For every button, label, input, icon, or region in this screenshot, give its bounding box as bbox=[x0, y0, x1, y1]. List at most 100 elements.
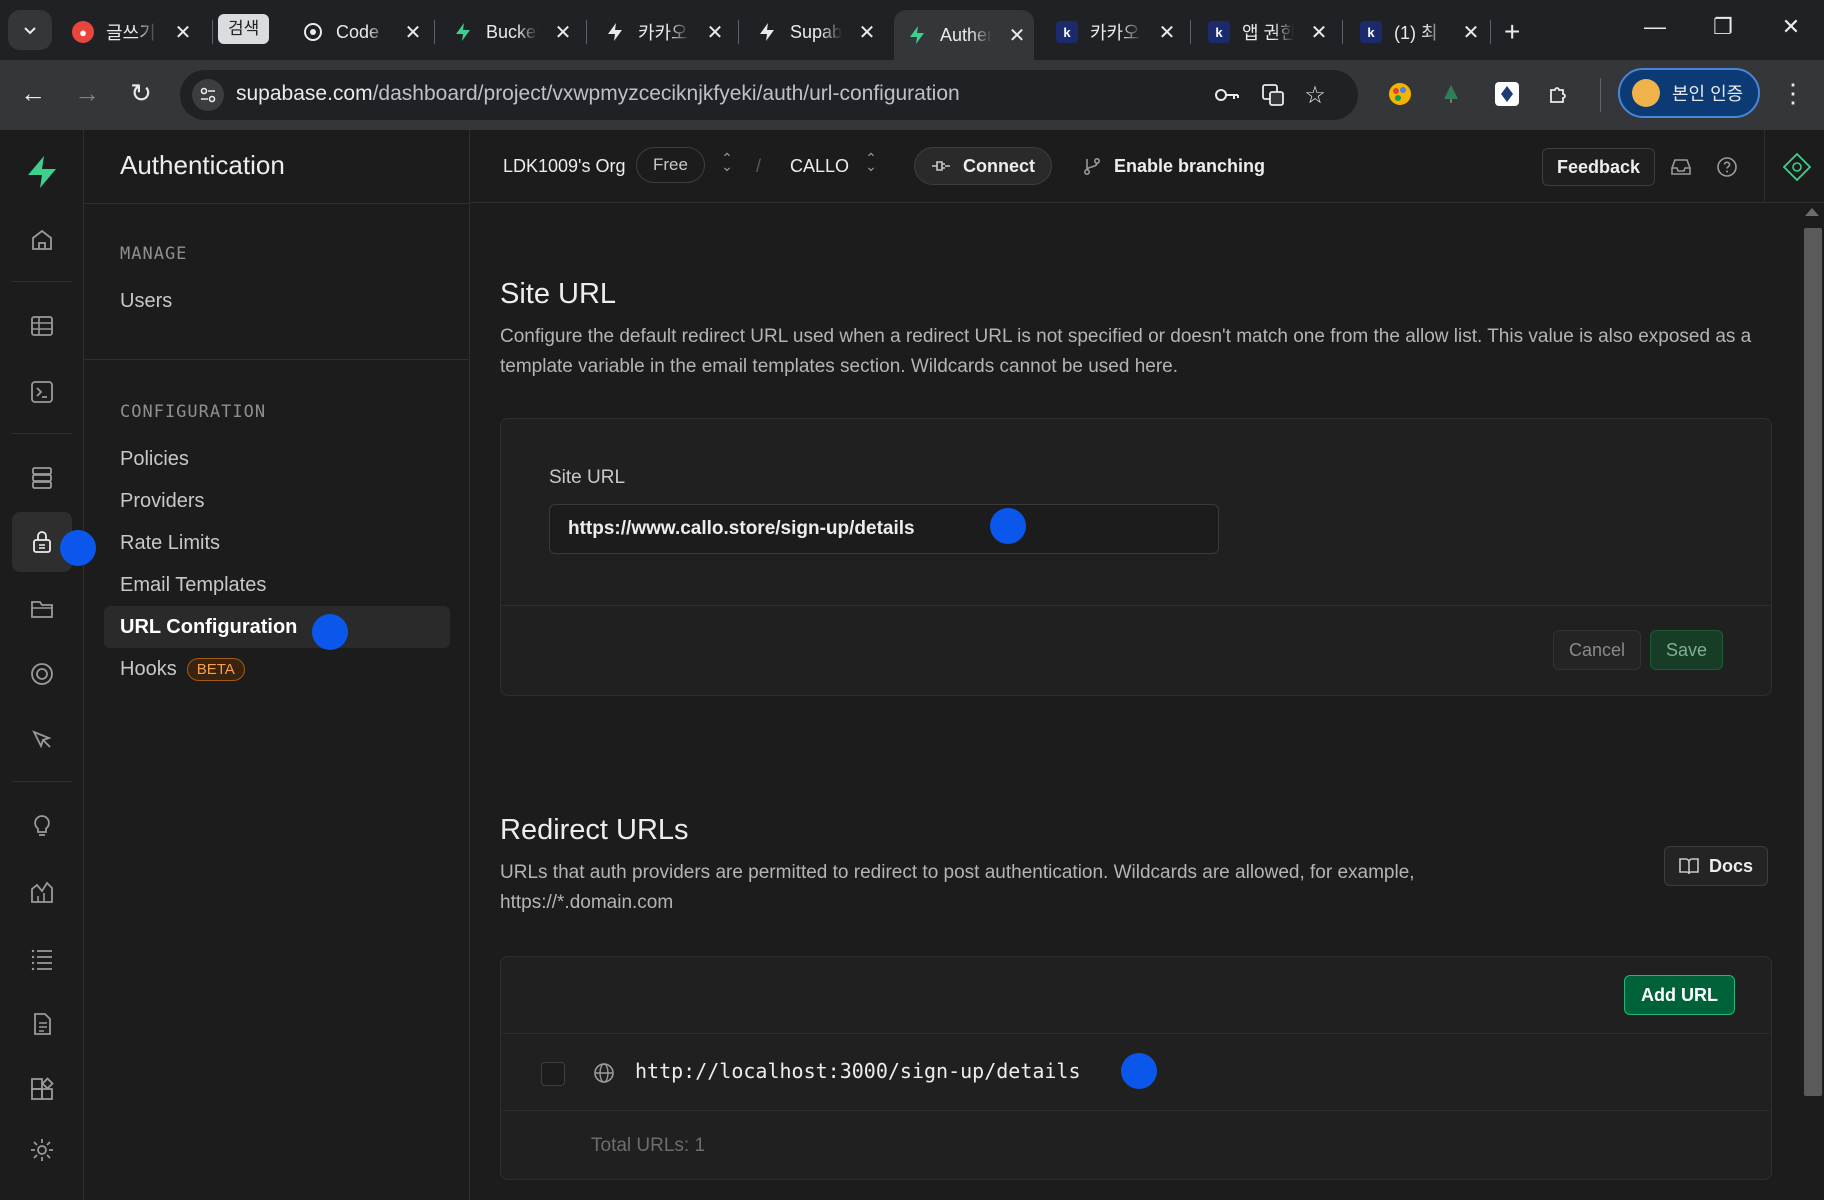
identity-verification-button[interactable]: 본인 인증 bbox=[1618, 68, 1760, 118]
close-tab-icon[interactable]: ✕ bbox=[404, 20, 422, 45]
sidebar-title: Authentication bbox=[120, 150, 285, 180]
storage-icon[interactable] bbox=[12, 578, 72, 638]
realtime-icon[interactable] bbox=[12, 644, 72, 704]
site-url-input[interactable]: https://www.callo.store/sign-up/details bbox=[549, 504, 1219, 554]
feedback-button[interactable]: Feedback bbox=[1542, 148, 1656, 186]
close-window-icon[interactable]: ✕ bbox=[1776, 14, 1806, 40]
close-tab-icon[interactable]: ✕ bbox=[706, 20, 724, 45]
browser-toolbar: ← → ↻ supabase.com/dashboard/project/vxw… bbox=[0, 60, 1824, 130]
table-editor-icon[interactable] bbox=[12, 296, 72, 356]
page-scrollbar[interactable] bbox=[1802, 204, 1824, 1200]
marker-dot bbox=[1121, 1053, 1157, 1089]
site-settings-icon[interactable] bbox=[192, 79, 224, 111]
rail-divider bbox=[12, 433, 72, 434]
scroll-up-arrow-icon[interactable] bbox=[1805, 208, 1819, 216]
logs-list-icon[interactable] bbox=[12, 928, 72, 988]
browser-tab[interactable]: ● 글쓰기 ✕ bbox=[60, 10, 200, 54]
project-selector[interactable]: CALLO bbox=[790, 156, 849, 177]
browser-tab-active[interactable]: Authentication ✕ bbox=[894, 10, 1034, 60]
sql-editor-icon[interactable] bbox=[12, 362, 72, 422]
close-tab-icon[interactable]: ✕ bbox=[1310, 20, 1328, 45]
cancel-button[interactable]: Cancel bbox=[1552, 630, 1641, 670]
manage-section-heading: MANAGE bbox=[120, 244, 188, 264]
database-icon[interactable] bbox=[12, 448, 72, 508]
breadcrumb-separator: / bbox=[756, 156, 762, 176]
sidebar-item-policies[interactable]: Policies bbox=[104, 438, 450, 480]
browser-menu-icon[interactable]: ⋮ bbox=[1780, 78, 1806, 109]
docs-button[interactable]: Docs bbox=[1664, 846, 1769, 886]
palette-extension-icon[interactable] bbox=[1385, 79, 1415, 109]
tab-search-button[interactable] bbox=[8, 10, 52, 50]
header-divider bbox=[1764, 130, 1765, 203]
edge-functions-icon[interactable] bbox=[12, 710, 72, 770]
connect-button[interactable]: Connect bbox=[914, 147, 1052, 185]
restore-icon[interactable]: ❐ bbox=[1708, 14, 1738, 40]
browser-tab[interactable]: 카카오 ✕ bbox=[592, 10, 732, 54]
back-icon[interactable]: ← bbox=[16, 78, 50, 109]
bookmark-star-icon[interactable]: ☆ bbox=[1302, 82, 1328, 109]
integrations-icon[interactable] bbox=[12, 1060, 72, 1120]
browser-tab[interactable]: Supabase ✕ bbox=[744, 10, 884, 54]
sidebar-item-rate-limits[interactable]: Rate Limits bbox=[104, 522, 450, 564]
forward-icon[interactable]: → bbox=[70, 78, 104, 109]
assistant-diamond-icon[interactable] bbox=[1780, 150, 1814, 184]
plug-icon bbox=[932, 161, 950, 171]
globe-icon bbox=[594, 1063, 614, 1083]
browser-tab[interactable]: k (1) 최 ✕ bbox=[1348, 10, 1488, 54]
home-icon[interactable] bbox=[12, 210, 72, 270]
extensions-puzzle-icon[interactable] bbox=[1544, 79, 1574, 109]
address-bar[interactable]: supabase.com/dashboard/project/vxwpmyzce… bbox=[180, 70, 1358, 120]
close-tab-icon[interactable]: ✕ bbox=[858, 20, 876, 45]
tab-divider bbox=[1490, 20, 1491, 44]
verify-label: 본인 인증 bbox=[1672, 84, 1744, 104]
code-extension-icon[interactable] bbox=[1492, 79, 1522, 109]
url-host: supabase.com bbox=[236, 82, 373, 105]
inbox-icon[interactable] bbox=[1668, 154, 1694, 180]
close-tab-icon[interactable]: ✕ bbox=[1158, 20, 1176, 45]
sidebar-item-label: Rate Limits bbox=[120, 531, 221, 554]
sidebar-item-providers[interactable]: Providers bbox=[104, 480, 450, 522]
close-tab-icon[interactable]: ✕ bbox=[554, 20, 572, 45]
org-selector[interactable]: LDK1009's Org bbox=[503, 156, 626, 177]
help-icon[interactable] bbox=[1714, 154, 1740, 180]
key-icon[interactable] bbox=[1214, 82, 1240, 108]
sidebar-item-email-templates[interactable]: Email Templates bbox=[104, 564, 450, 606]
site-url-description: Configure the default redirect URL used … bbox=[500, 326, 1752, 377]
tree-extension-icon[interactable] bbox=[1436, 79, 1466, 109]
sidebar-item-url-configuration[interactable]: URL Configuration bbox=[104, 606, 450, 648]
tab-title: 카카오 bbox=[1090, 23, 1140, 43]
url-select-checkbox[interactable] bbox=[541, 1062, 565, 1086]
close-tab-icon[interactable]: ✕ bbox=[174, 20, 192, 45]
kakao-k-icon: k bbox=[1208, 21, 1230, 43]
translate-icon[interactable] bbox=[1260, 82, 1286, 108]
site-url-field-label: Site URL bbox=[549, 467, 626, 488]
reload-icon[interactable]: ↻ bbox=[124, 78, 158, 109]
advisors-lightbulb-icon[interactable] bbox=[12, 796, 72, 856]
save-button[interactable]: Save bbox=[1649, 630, 1723, 670]
browser-tab[interactable]: k 카카오 ✕ bbox=[1044, 10, 1184, 54]
minimize-icon[interactable]: — bbox=[1640, 14, 1670, 40]
browser-tab[interactable]: Bucket ✕ bbox=[440, 10, 580, 54]
close-tab-icon[interactable]: ✕ bbox=[1008, 23, 1026, 48]
tab-title: Authentication bbox=[940, 24, 992, 45]
sidebar-item-hooks[interactable]: Hooks BETA bbox=[104, 648, 450, 690]
sidebar-item-label: Policies bbox=[120, 447, 189, 470]
reports-chart-icon[interactable] bbox=[12, 862, 72, 922]
close-tab-icon[interactable]: ✕ bbox=[1462, 20, 1480, 45]
marker-dot bbox=[990, 508, 1026, 544]
project-switcher-chevron-icon[interactable]: ⌃ ⌄ bbox=[864, 151, 878, 173]
sidebar-item-label: URL Configuration bbox=[120, 615, 298, 638]
org-switcher-chevron-icon[interactable]: ⌃ ⌄ bbox=[720, 151, 734, 173]
browser-tab[interactable]: Code ✕ bbox=[290, 10, 430, 54]
tab-title: 글쓰기 bbox=[106, 23, 156, 43]
sidebar-item-users[interactable]: Users bbox=[104, 280, 450, 322]
supabase-logo-icon[interactable] bbox=[12, 142, 72, 202]
api-docs-icon[interactable] bbox=[12, 994, 72, 1054]
add-url-button[interactable]: Add URL bbox=[1624, 975, 1735, 1015]
tab-search-chip[interactable]: 검색 bbox=[218, 14, 270, 44]
settings-gear-icon[interactable] bbox=[12, 1120, 72, 1180]
enable-branching-button[interactable]: Enable branching bbox=[1082, 156, 1265, 177]
new-tab-icon[interactable]: + bbox=[1504, 16, 1520, 48]
scrollbar-thumb[interactable] bbox=[1804, 228, 1822, 1096]
browser-tab[interactable]: k 앱 권한 ✕ bbox=[1196, 10, 1336, 54]
